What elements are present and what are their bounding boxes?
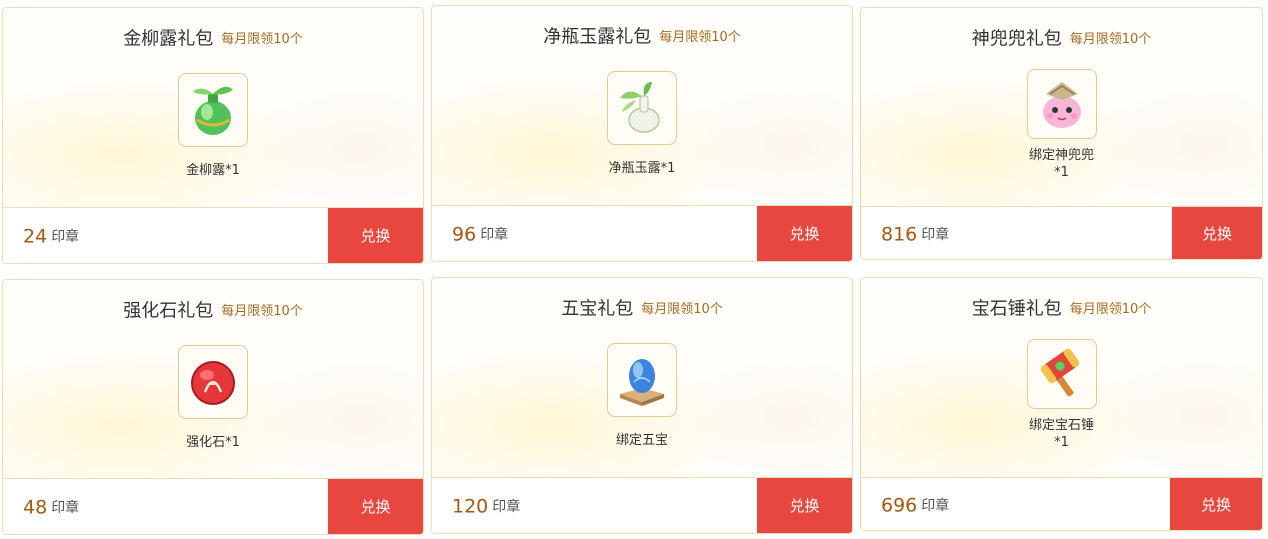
price-value: 816: [881, 223, 918, 246]
limit-tag: 每月限领10个: [221, 31, 303, 47]
price-value: 120: [452, 495, 489, 518]
item-quantity: *1: [1054, 165, 1069, 180]
card-footer: 48 印章 兑换: [3, 478, 423, 534]
item-label: 绑定神兜兜 *1: [861, 147, 1262, 181]
item-name: 绑定五宝: [615, 433, 668, 448]
pink-pouch-icon: [1026, 69, 1097, 139]
redeem-button[interactable]: 兑换: [757, 206, 852, 261]
item-quantity: *1: [1054, 435, 1069, 450]
gift-name: 净瓶玉露礼包: [543, 26, 652, 48]
price-unit: 印章: [921, 226, 950, 243]
card-title: 强化石礼包 每月限领10个: [3, 300, 423, 323]
price: 48 印章: [23, 495, 79, 520]
gift-name: 神兜兜礼包: [971, 28, 1062, 50]
gift-name: 金柳露礼包: [123, 28, 214, 50]
gift-card: 强化石礼包 每月限领10个 强化石*1 48 印章 兑换: [2, 279, 424, 535]
gift-card: 净瓶玉露礼包 每月限领10个 净瓶玉露*1 96 印章 兑换: [431, 5, 853, 262]
gift-card: 金柳露礼包 每月限领10个 金柳露*1 24 印章 兑换: [2, 7, 424, 264]
item-name: 绑定神兜兜: [1028, 148, 1094, 163]
card-footer: 24 印章 兑换: [3, 207, 423, 263]
price: 24 印章: [23, 224, 79, 249]
gift-card: 宝石锤礼包 每月限领10个 绑定宝石锤 *1 696 印章 兑换: [860, 277, 1263, 531]
price-unit: 印章: [51, 228, 80, 245]
gift-name: 五宝礼包: [561, 298, 634, 320]
price-unit: 印章: [492, 498, 521, 515]
item-name: 金柳露*1: [186, 163, 240, 178]
item-name: 强化石*1: [186, 435, 240, 450]
limit-tag: 每月限领10个: [641, 301, 723, 317]
gift-name: 强化石礼包: [123, 300, 214, 322]
card-footer: 696 印章 兑换: [861, 477, 1262, 530]
price-value: 696: [881, 494, 918, 517]
price: 816 印章: [881, 222, 949, 247]
price-unit: 印章: [480, 226, 509, 243]
redeem-button[interactable]: 兑换: [1170, 478, 1262, 530]
price-value: 24: [23, 225, 48, 248]
redeem-button[interactable]: 兑换: [328, 208, 423, 263]
card-title: 五宝礼包 每月限领10个: [432, 298, 852, 321]
gift-name: 宝石锤礼包: [971, 298, 1062, 320]
item-label: 金柳露*1: [3, 162, 423, 179]
limit-tag: 每月限领10个: [1069, 301, 1152, 317]
price: 96 印章: [452, 222, 508, 247]
item-name: 绑定宝石锤: [1028, 418, 1094, 433]
price: 120 印章: [452, 494, 520, 519]
redeem-button[interactable]: 兑换: [1172, 207, 1262, 259]
gift-card: 五宝礼包 每月限领10个 绑定五宝 120 印章 兑换: [431, 277, 853, 534]
price-value: 96: [452, 223, 477, 246]
card-footer: 120 印章 兑换: [432, 477, 852, 533]
gem-hammer-icon: [1026, 339, 1097, 409]
item-label: 净瓶玉露*1: [432, 160, 852, 177]
item-label: 强化石*1: [3, 434, 423, 451]
price-unit: 印章: [51, 499, 80, 516]
redeem-button[interactable]: 兑换: [328, 479, 423, 534]
gift-card: 神兜兜礼包 每月限领10个 绑定神兜兜 *1 816 印章 兑换: [860, 7, 1263, 260]
item-label: 绑定五宝: [432, 432, 852, 449]
green-potion-icon: [178, 73, 248, 147]
limit-tag: 每月限领10个: [659, 29, 741, 45]
blue-gem-icon: [607, 343, 677, 417]
card-title: 宝石锤礼包 每月限领10个: [861, 298, 1262, 321]
price: 696 印章: [881, 493, 949, 518]
price-unit: 印章: [921, 497, 950, 514]
red-stone-icon: [178, 345, 248, 419]
limit-tag: 每月限领10个: [221, 303, 303, 319]
card-title: 神兜兜礼包 每月限领10个: [861, 28, 1262, 51]
redeem-button[interactable]: 兑换: [757, 478, 852, 533]
item-label: 绑定宝石锤 *1: [861, 417, 1262, 451]
card-footer: 816 印章 兑换: [861, 206, 1262, 259]
white-vase-icon: [607, 71, 677, 145]
card-title: 净瓶玉露礼包 每月限领10个: [432, 26, 852, 49]
limit-tag: 每月限领10个: [1069, 31, 1152, 47]
item-name: 净瓶玉露*1: [608, 161, 676, 176]
price-value: 48: [23, 496, 48, 519]
card-footer: 96 印章 兑换: [432, 205, 852, 261]
card-title: 金柳露礼包 每月限领10个: [3, 28, 423, 51]
